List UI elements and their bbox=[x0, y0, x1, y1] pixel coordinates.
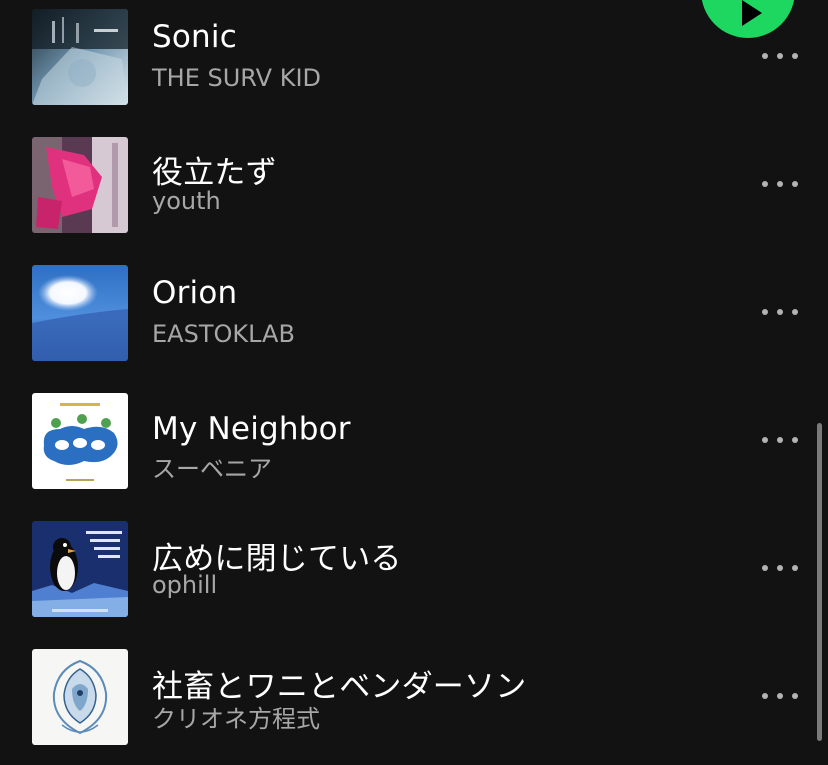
track-title: Sonic bbox=[152, 19, 237, 55]
track-row[interactable]: My Neighbor スーベニア bbox=[0, 393, 828, 505]
more-horizontal-icon bbox=[762, 565, 768, 571]
more-options-button[interactable] bbox=[756, 297, 804, 327]
scrollbar[interactable] bbox=[817, 423, 822, 741]
track-row[interactable]: Sonic THE SURV KID bbox=[0, 9, 828, 121]
playlist-screen: Sonic THE SURV KID 役立たず youth Orion EAST… bbox=[0, 0, 828, 765]
track-row[interactable]: 広めに閉じている ophill bbox=[0, 521, 828, 633]
album-cover-ophill bbox=[32, 521, 128, 617]
more-options-button[interactable] bbox=[756, 41, 804, 71]
play-icon bbox=[742, 0, 762, 26]
track-artist: スーベニア bbox=[152, 455, 272, 483]
track-row[interactable]: Orion EASTOKLAB bbox=[0, 265, 828, 377]
more-horizontal-icon bbox=[762, 53, 768, 59]
more-horizontal-icon bbox=[762, 309, 768, 315]
more-horizontal-icon bbox=[762, 693, 768, 699]
track-artist: EASTOKLAB bbox=[152, 320, 295, 348]
track-artist: THE SURV KID bbox=[152, 64, 322, 92]
more-horizontal-icon bbox=[762, 437, 768, 443]
more-options-button[interactable] bbox=[756, 425, 804, 455]
album-cover-youth bbox=[32, 137, 128, 233]
more-horizontal-icon bbox=[762, 181, 768, 187]
track-artist: youth bbox=[152, 187, 221, 215]
track-row[interactable]: 社畜とワニとベンダーソン クリオネ方程式 bbox=[0, 649, 828, 761]
album-cover-sonic bbox=[32, 9, 128, 105]
album-cover-orion bbox=[32, 265, 128, 361]
more-options-button[interactable] bbox=[756, 681, 804, 711]
track-title: Orion bbox=[152, 275, 238, 311]
track-row[interactable]: 役立たず youth bbox=[0, 137, 828, 249]
track-title: 役立たず bbox=[152, 155, 277, 191]
track-artist: クリオネ方程式 bbox=[152, 705, 320, 733]
more-options-button[interactable] bbox=[756, 553, 804, 583]
track-title: My Neighbor bbox=[152, 411, 351, 447]
track-artist: ophill bbox=[152, 571, 218, 599]
more-options-button[interactable] bbox=[756, 169, 804, 199]
album-cover-my-neighbor bbox=[32, 393, 128, 489]
album-cover-clione bbox=[32, 649, 128, 745]
